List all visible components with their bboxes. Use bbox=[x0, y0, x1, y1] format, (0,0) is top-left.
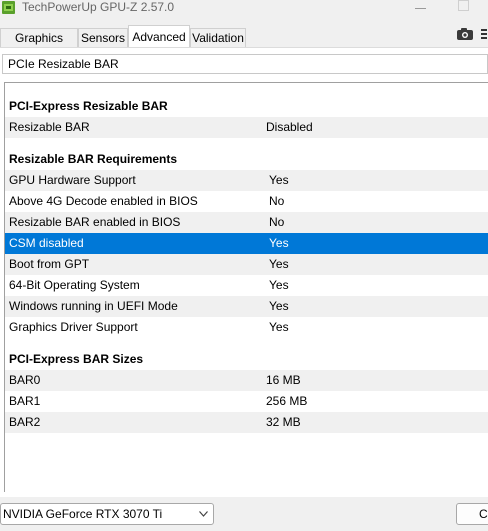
list-row[interactable]: GPU Hardware Support Yes bbox=[5, 170, 488, 191]
row-value: 32 MB bbox=[266, 415, 301, 429]
row-value: No bbox=[269, 194, 285, 208]
row-label: BAR1 bbox=[9, 394, 41, 408]
row-label: CSM disabled bbox=[9, 236, 84, 250]
row-value: Yes bbox=[269, 257, 289, 271]
row-label: BAR0 bbox=[9, 373, 41, 387]
list-row[interactable]: Resizable BAR Disabled bbox=[5, 117, 488, 138]
row-value: Disabled bbox=[266, 120, 313, 134]
gpu-select-value: NVIDIA GeForce RTX 3070 Ti bbox=[3, 507, 163, 521]
list-row[interactable]: 64-Bit Operating System Yes bbox=[5, 275, 488, 296]
gpu-select[interactable]: NVIDIA GeForce RTX 3070 Ti bbox=[0, 503, 214, 525]
minimize-button[interactable] bbox=[415, 0, 429, 14]
tab-advanced[interactable]: Advanced bbox=[128, 25, 190, 47]
list-row[interactable]: Windows running in UEFI Mode Yes bbox=[5, 296, 488, 317]
menu-icon[interactable] bbox=[480, 27, 488, 41]
gpu-z-logo-icon bbox=[2, 1, 15, 14]
row-label: Windows running in UEFI Mode bbox=[9, 299, 178, 313]
row-value: Yes bbox=[269, 236, 289, 250]
row-label: Above 4G Decode enabled in BIOS bbox=[9, 194, 198, 208]
list-row[interactable]: Resizable BAR enabled in BIOS No bbox=[5, 212, 488, 233]
tab-sensors[interactable]: Sensors bbox=[78, 28, 128, 47]
row-label: BAR2 bbox=[9, 415, 41, 429]
row-value: Yes bbox=[269, 320, 289, 334]
row-value: Yes bbox=[269, 278, 289, 292]
category-select[interactable]: PCIe Resizable BAR bbox=[2, 54, 488, 74]
list-row-selected[interactable]: CSM disabled Yes bbox=[5, 233, 488, 254]
list-row[interactable]: BAR1 256 MB bbox=[5, 391, 488, 412]
tab-graphics-card[interactable]: Graphics Card bbox=[0, 28, 78, 64]
row-value: 256 MB bbox=[266, 394, 308, 408]
row-value: Yes bbox=[269, 299, 289, 313]
bottom-bar: NVIDIA GeForce RTX 3070 Ti Close bbox=[0, 497, 488, 531]
close-button[interactable]: Close bbox=[456, 503, 488, 525]
row-label: 64-Bit Operating System bbox=[9, 278, 140, 292]
row-value: Yes bbox=[269, 173, 289, 187]
close-button-label: Close bbox=[479, 507, 488, 521]
list-row[interactable]: BAR2 32 MB bbox=[5, 412, 488, 433]
section-header: PCI-Express Resizable BAR bbox=[9, 99, 168, 113]
maximize-button[interactable] bbox=[458, 0, 470, 12]
row-label: GPU Hardware Support bbox=[9, 173, 136, 187]
row-label: Resizable BAR enabled in BIOS bbox=[9, 215, 181, 229]
gpu-z-window: TechPowerUp GPU-Z 2.57.0 Graphics Card S… bbox=[0, 0, 488, 531]
chevron-down-icon bbox=[199, 511, 208, 517]
section-header: PCI-Express BAR Sizes bbox=[9, 352, 144, 366]
row-value: 16 MB bbox=[266, 373, 301, 387]
list-row[interactable]: Boot from GPT Yes bbox=[5, 254, 488, 275]
section-header: Resizable BAR Requirements bbox=[9, 152, 178, 166]
window-title: TechPowerUp GPU-Z 2.57.0 bbox=[22, 0, 175, 14]
tab-bar: Graphics Card Sensors Advanced Validatio… bbox=[0, 25, 488, 64]
camera-icon[interactable] bbox=[456, 27, 474, 41]
list-row[interactable]: Above 4G Decode enabled in BIOS No bbox=[5, 191, 488, 212]
row-label: Resizable BAR bbox=[9, 120, 90, 134]
list-row[interactable]: BAR0 16 MB bbox=[5, 370, 488, 391]
title-bar: TechPowerUp GPU-Z 2.57.0 bbox=[0, 0, 488, 20]
row-label: Graphics Driver Support bbox=[9, 320, 138, 334]
tab-validation[interactable]: Validation bbox=[190, 28, 246, 47]
row-value: No bbox=[269, 215, 285, 229]
row-label: Boot from GPT bbox=[9, 257, 90, 271]
details-list: PCI-Express Resizable BAR Resizable BAR … bbox=[4, 82, 488, 492]
list-row[interactable]: Graphics Driver Support Yes bbox=[5, 317, 488, 338]
